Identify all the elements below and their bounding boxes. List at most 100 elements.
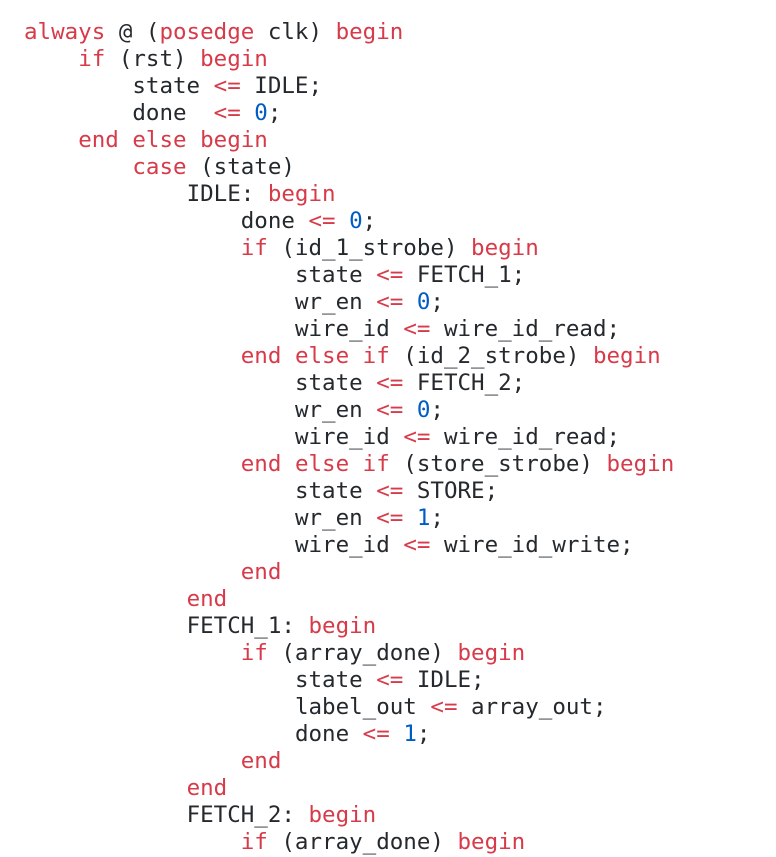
code-token-text: (id_2_strobe) [389,343,593,369]
code-token-keyword: else [294,451,350,477]
code-token-text: state [132,73,214,99]
code-token-text: wire_id [294,532,404,558]
code-token-keyword: begin [471,235,539,261]
code-token-operator: <= [430,694,458,720]
code-token-number: 1 [416,505,431,531]
code-line: if (array_done) begin [24,829,525,856]
code-token-keyword: else [132,127,187,153]
code-line: state <= IDLE; [24,667,485,694]
code-token-text: IDLE: [186,181,268,207]
code-token-text: done [294,721,363,747]
code-token-text: (state) [186,154,295,180]
code-token-text: (rst) [105,46,201,72]
code-token-operator: <= [376,397,404,423]
code-token-text: wire_id [294,424,404,450]
code-token-text: wire_id_read; [430,316,621,342]
code-token-operator: <= [308,208,336,234]
code-token-keyword: begin [308,802,377,828]
code-line: state <= FETCH_1; [24,262,525,289]
code-token-keyword: if [240,235,268,261]
code-token-operator: <= [376,478,404,504]
code-token-operator: <= [376,505,404,531]
code-line: end else if (store_strobe) begin [24,451,675,478]
code-token-text: ; [362,208,377,234]
code-token-text: (array_done) [267,640,458,666]
code-line: wire_id <= wire_id_write; [24,532,634,559]
code-token-text: (id_1_strobe) [267,235,472,261]
code-token-text: wire_id [294,316,404,342]
code-line: if (id_1_strobe) begin [24,235,539,262]
code-token-text: state [294,370,377,396]
code-line: wr_en <= 0; [24,289,444,316]
code-token-text: ; [430,397,444,423]
code-token-keyword: begin [308,613,377,639]
code-line: end else begin [24,127,268,154]
code-line: IDLE: begin [24,181,336,208]
code-token-operator: <= [376,667,404,693]
code-line: end [24,559,282,586]
code-line: end else if (id_2_strobe) begin [24,343,661,370]
code-line: wr_en <= 1; [24,505,444,532]
code-token-keyword: begin [335,19,404,45]
code-token-operator: <= [403,316,431,342]
code-line: state <= IDLE; [24,73,322,100]
code-line: end [24,748,282,775]
code-token-operator: <= [403,532,431,558]
code-line: FETCH_1: begin [24,613,377,640]
code-token-keyword: if [362,451,390,477]
code-token-number: 0 [416,397,431,423]
code-token-text: clk) [254,19,336,45]
code-token-number: 0 [254,100,268,126]
code-token-text: IDLE; [240,73,323,99]
code-token-text: label_out [294,694,431,720]
code-token-text: state [294,478,377,504]
code-editor[interactable]: always @ (posedge clk) begin if (rst) be… [0,0,776,857]
code-line: wire_id <= wire_id_read; [24,424,620,451]
code-token-keyword: end [186,775,228,801]
code-token-keyword: begin [457,829,526,855]
code-line: state <= STORE; [24,478,498,505]
code-line: done <= 1; [24,721,430,748]
code-token-keyword: begin [200,46,268,72]
code-token-text: FETCH_2; [403,370,526,396]
code-token-text: FETCH_1: [186,613,309,639]
code-line: end [24,775,228,802]
code-token-number: 1 [403,721,417,747]
code-token-text: IDLE; [403,667,485,693]
code-token-text: ; [430,289,444,315]
code-line: done <= 0; [24,208,376,235]
code-token-keyword: begin [592,343,661,369]
code-token-text: STORE; [403,478,499,504]
code-token-keyword: end [240,451,282,477]
code-token-keyword: else [294,343,350,369]
code-token-keyword: begin [267,181,336,207]
code-token-text: ; [416,721,431,747]
code-token-operator: <= [376,289,404,315]
